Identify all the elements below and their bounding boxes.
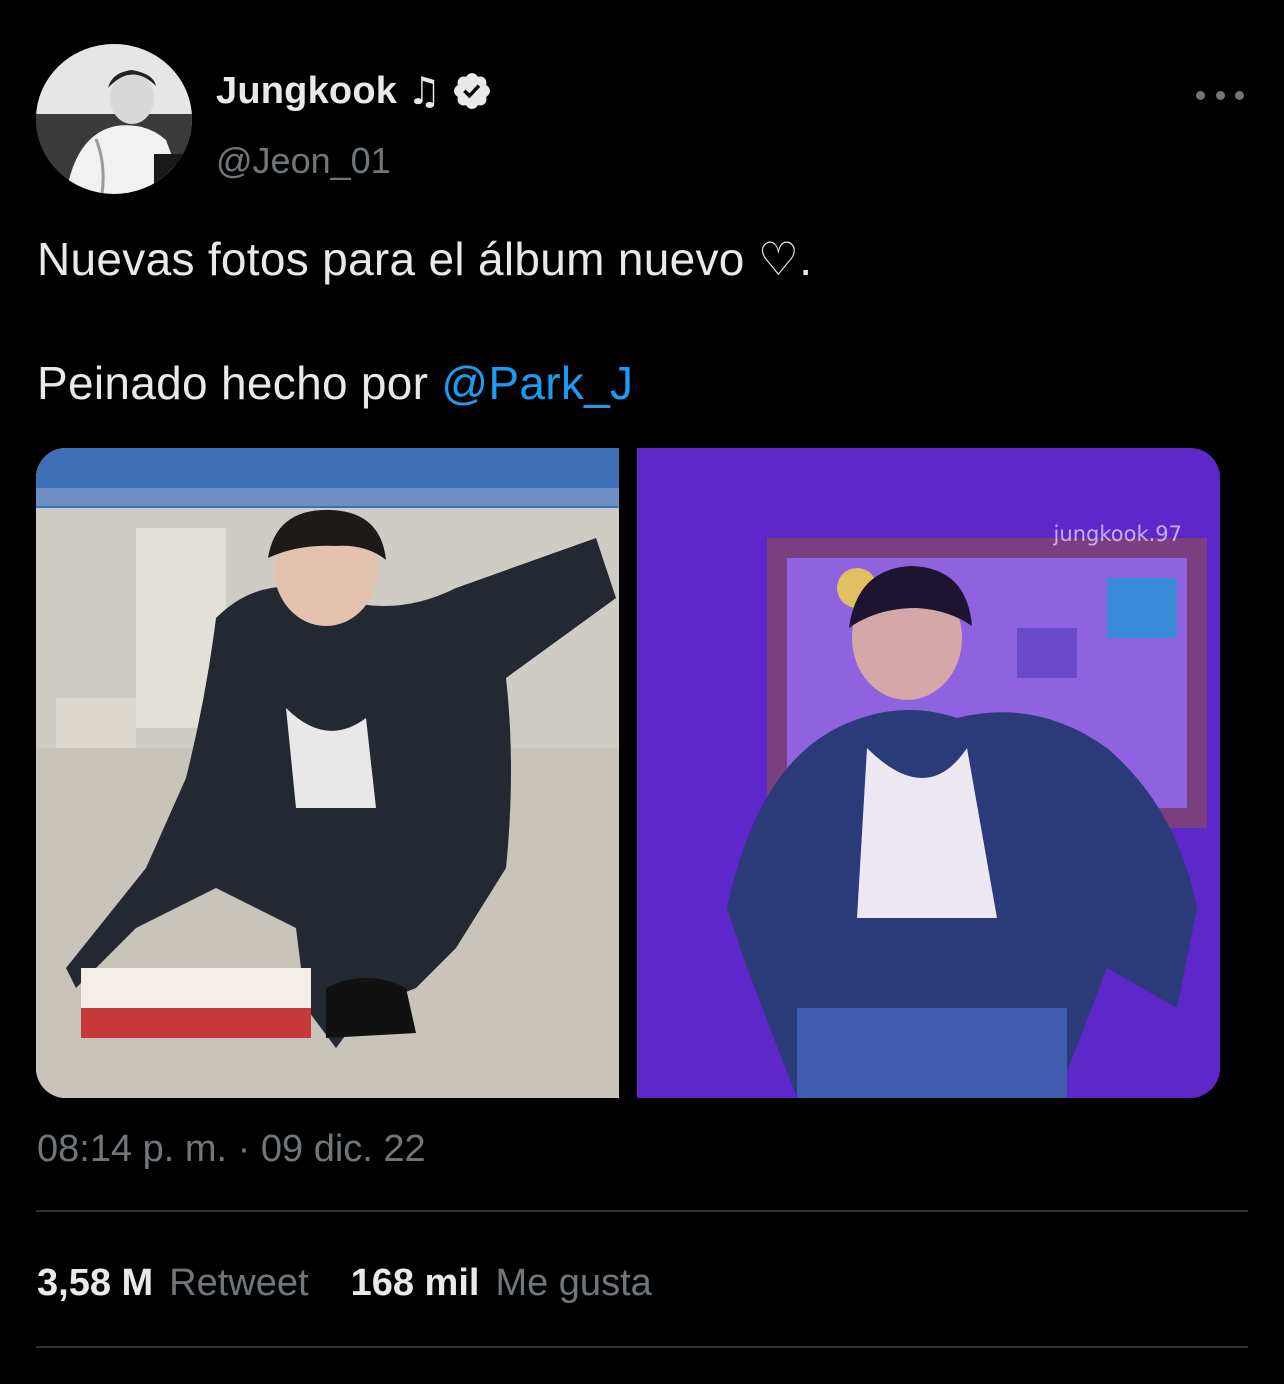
tweet-text-line-1: Nuevas fotos para el álbum nuevo ♡. [37, 233, 813, 285]
retweets-label: Retweet [169, 1261, 309, 1304]
tweet-text-line-2: Peinado hecho por @Park_J [37, 352, 1237, 414]
author-handle[interactable]: @Jeon_01 [216, 140, 391, 182]
display-name[interactable]: Jungkook [216, 70, 397, 113]
author-name-row[interactable]: Jungkook ♫ [216, 66, 493, 116]
mention-link[interactable]: @Park_J [441, 357, 633, 409]
more-dot-icon [1235, 90, 1244, 100]
music-note-icon: ♫ [407, 69, 442, 113]
verified-badge-icon [454, 73, 491, 109]
media-grid: jungkook.97 [36, 448, 1220, 1098]
avatar[interactable] [36, 44, 192, 194]
photo-1[interactable] [36, 448, 619, 1098]
likes-label: Me gusta [495, 1261, 652, 1304]
likes-count: 168 mil [350, 1261, 480, 1304]
tweet-text-prefix: Peinado hecho por [37, 357, 442, 409]
photo-2[interactable]: jungkook.97 [637, 448, 1220, 1098]
more-dot-icon [1215, 90, 1225, 100]
engagement-stats: 3,58 M Retweet 168 mil Me gusta [37, 1258, 652, 1308]
tweet: Jungkook ♫ @Jeon_01 Nuevas fotos para el… [0, 0, 1284, 1384]
divider [36, 1210, 1248, 1212]
more-options-button[interactable] [1196, 80, 1244, 110]
avatar-image [36, 44, 192, 194]
photo-watermark: jungkook.97 [1053, 522, 1182, 546]
divider [36, 1346, 1248, 1348]
likes-stat[interactable]: 168 mil Me gusta [351, 1262, 652, 1305]
retweets-stat[interactable]: 3,58 M Retweet [37, 1262, 309, 1305]
retweets-count: 3,58 M [37, 1261, 154, 1304]
tweet-timestamp[interactable]: 08:14 p. m. · 09 dic. 22 [37, 1128, 426, 1171]
more-dot-icon [1196, 90, 1205, 100]
photo-1-image [36, 448, 619, 1098]
tweet-text: Nuevas fotos para el álbum nuevo ♡. Pein… [37, 228, 1237, 414]
